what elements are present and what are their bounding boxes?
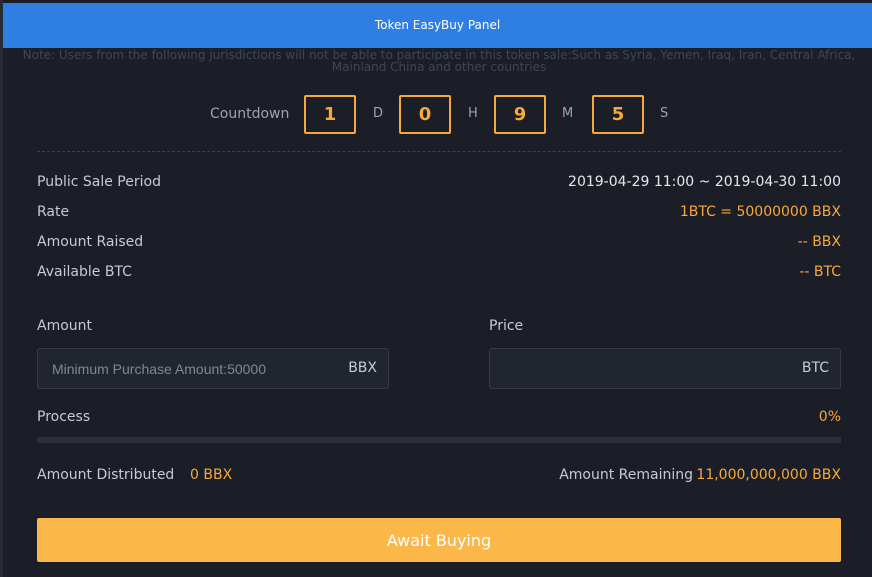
divider [37,151,841,152]
countdown-label: Countdown [210,106,290,122]
amount-raised-value: -- BBX [797,234,841,250]
await-buying-button[interactable]: Await Buying [37,518,841,562]
countdown-seconds: 5 [592,95,644,134]
panel-title: Token EasyBuy Panel [3,3,872,48]
sale-period-value: 2019-04-29 11:00 ~ 2019-04-30 11:00 [568,174,841,190]
amount-remaining-label: Amount Remaining [559,467,693,483]
amount-label: Amount [37,318,93,334]
countdown-days: 1 [304,95,356,134]
amount-distributed-value: 0 BBX [190,467,233,483]
price-input[interactable] [504,349,784,388]
amount-distributed-label: Amount Distributed [37,467,175,483]
price-field: BTC [489,348,841,389]
countdown-seconds-unit: S [660,106,669,121]
available-btc-label: Available BTC [37,264,132,280]
countdown: Countdown 1 D 0 H 9 M 5 S [3,95,872,134]
countdown-hours: 0 [399,95,451,134]
available-btc-value: -- BTC [799,264,841,280]
price-label: Price [489,318,524,334]
price-unit: BTC [801,360,829,376]
rate-value: 1BTC = 50000000 BBX [679,204,841,220]
amount-remaining-value: 11,000,000,000 BBX [696,467,841,483]
countdown-minutes-unit: M [562,106,574,121]
progress-bar [37,437,841,443]
process-label: Process [37,409,91,425]
amount-input[interactable] [52,349,332,388]
jurisdiction-notice: Note: Users from the following jurisdict… [22,48,856,74]
token-easybuy-panel: Token EasyBuy Panel Note: Users from the… [3,0,872,577]
countdown-days-unit: D [373,106,384,121]
amount-raised-label: Amount Raised [37,234,144,250]
amount-field: BBX [37,348,389,389]
countdown-hours-unit: H [468,106,478,121]
amount-unit: BBX [348,360,377,376]
process-value: 0% [818,409,841,425]
rate-label: Rate [37,204,70,220]
sale-period-label: Public Sale Period [37,174,161,190]
countdown-minutes: 9 [494,95,546,134]
